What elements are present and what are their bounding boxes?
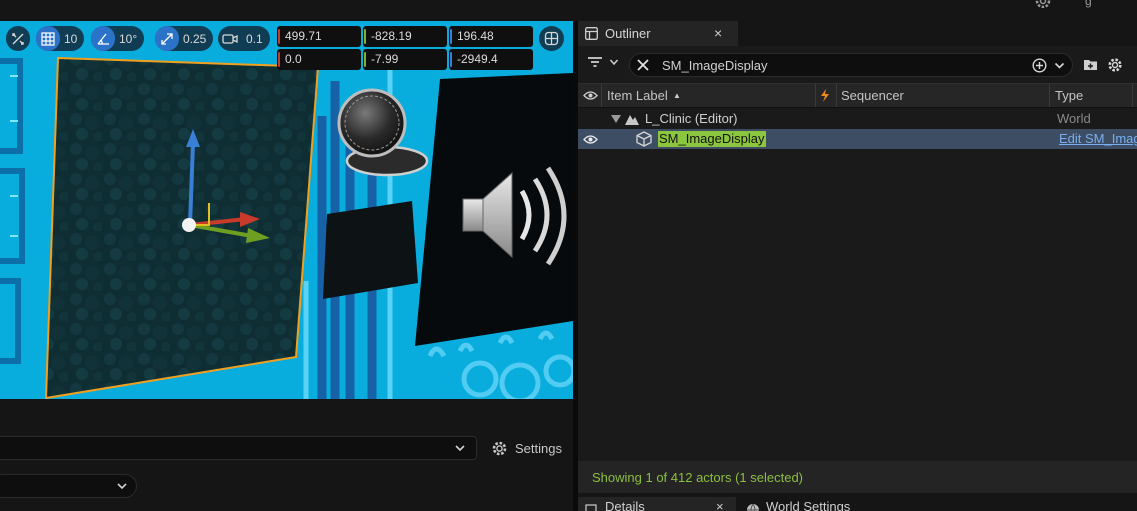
- column-sequencer[interactable]: Sequencer: [841, 84, 904, 107]
- gear-icon[interactable]: [1107, 57, 1123, 73]
- rotation-y-field[interactable]: -7.99: [363, 49, 447, 70]
- world-local-icon: [6, 26, 30, 51]
- outliner-search-box[interactable]: [629, 53, 1073, 77]
- tab-world-settings[interactable]: World Settings: [741, 497, 911, 511]
- chevron-down-icon: [609, 59, 619, 66]
- filter-dropdown[interactable]: [0, 474, 137, 498]
- grid-snap-button[interactable]: 10: [36, 26, 85, 51]
- gear-icon[interactable]: [1032, 0, 1054, 8]
- collapse-arrow-icon[interactable]: [611, 115, 621, 123]
- outliner-status-bar: Showing 1 of 412 actors (1 selected): [578, 461, 1137, 493]
- outliner-tab-title: Outliner: [605, 26, 651, 41]
- grid-snap-value: 10: [64, 31, 78, 46]
- world-label: L_Clinic (Editor): [645, 111, 738, 126]
- rotation-z-field[interactable]: -2949.4: [449, 49, 533, 70]
- column-item-label[interactable]: Item Label: [607, 84, 668, 107]
- level-viewport[interactable]: 10 10° 0.25 0.1 499.71 -828.19 196.48 0.…: [0, 21, 573, 399]
- sequencer-lightning-icon[interactable]: [820, 89, 830, 102]
- chevron-down-icon[interactable]: [1054, 60, 1065, 71]
- layout-grid-icon: [539, 26, 563, 51]
- location-y-field[interactable]: -828.19: [363, 26, 447, 47]
- filter-button[interactable]: [587, 56, 619, 68]
- settings-label: Settings: [515, 440, 562, 456]
- level-icon: [625, 115, 639, 125]
- location-z-field[interactable]: 196.48: [449, 26, 533, 47]
- viewport-layout-button[interactable]: [539, 26, 564, 51]
- tab-outliner[interactable]: Outliner ×: [578, 21, 738, 46]
- globe-icon: [747, 503, 759, 511]
- visibility-eye-icon[interactable]: [583, 134, 598, 145]
- transform-mode-button[interactable]: [6, 26, 30, 51]
- scale-snap-value: 0.25: [183, 31, 207, 46]
- camera-speed-value: 0.1: [246, 31, 263, 46]
- chevron-down-icon: [117, 483, 127, 490]
- column-divider[interactable]: [815, 84, 816, 107]
- title-strip: g: [0, 0, 1137, 21]
- close-icon[interactable]: ×: [714, 25, 722, 41]
- outliner-icon: [585, 27, 598, 40]
- column-divider[interactable]: [1049, 84, 1050, 107]
- column-divider[interactable]: [601, 84, 602, 107]
- viewport-scene[interactable]: [0, 21, 573, 399]
- outliner-panel: Outliner × Item Label ▲: [578, 21, 1137, 493]
- angle-icon: [91, 26, 115, 51]
- scale-icon: [155, 26, 179, 51]
- edit-mesh-link[interactable]: Edit SM_Imag: [1059, 129, 1137, 149]
- settings-button[interactable]: Settings: [491, 436, 562, 460]
- visibility-eye-icon[interactable]: [583, 90, 598, 101]
- camera-speed-button[interactable]: 0.1: [218, 26, 270, 51]
- scale-snap-button[interactable]: 0.25: [155, 26, 214, 51]
- column-divider[interactable]: [1132, 84, 1133, 107]
- column-type[interactable]: Type: [1055, 84, 1083, 107]
- bottom-tab-bar: Details × World Settings: [578, 497, 1137, 511]
- rotation-x-field[interactable]: 0.0: [277, 49, 361, 70]
- sort-ascending-icon[interactable]: ▲: [673, 84, 681, 107]
- rotation-snap-button[interactable]: 10°: [91, 26, 145, 51]
- world-type: World: [1057, 111, 1091, 126]
- outliner-row-world[interactable]: L_Clinic (Editor) World: [578, 109, 1137, 129]
- camera-icon: [218, 26, 242, 51]
- add-filter-icon[interactable]: [1032, 58, 1047, 73]
- chevron-down-icon: [455, 445, 465, 452]
- actor-count-status: Showing 1 of 412 actors (1 selected): [592, 470, 804, 485]
- location-x-field[interactable]: 499.71: [277, 26, 361, 47]
- grid-icon: [36, 26, 60, 51]
- log-source-dropdown[interactable]: [0, 436, 477, 460]
- clear-search-icon[interactable]: [636, 58, 650, 72]
- tab-details[interactable]: Details ×: [578, 497, 736, 511]
- world-settings-tab-label: World Settings: [766, 499, 851, 511]
- close-icon[interactable]: ×: [716, 500, 724, 511]
- top-right-label[interactable]: g: [1085, 0, 1092, 8]
- rotation-snap-value: 10°: [119, 31, 138, 46]
- outliner-search-input[interactable]: [662, 57, 1022, 73]
- gear-icon: [492, 441, 507, 455]
- details-tab-label: Details: [605, 499, 645, 511]
- add-folder-icon[interactable]: [1083, 58, 1098, 71]
- outliner-tab-bar: Outliner ×: [578, 21, 1137, 46]
- outliner-column-header: Item Label ▲ Sequencer Type: [578, 83, 1137, 108]
- details-icon: [585, 504, 597, 511]
- column-divider[interactable]: [836, 84, 837, 107]
- selected-actor-label: SM_ImageDisplay: [658, 131, 766, 147]
- filter-icon: [588, 57, 602, 67]
- static-mesh-icon: [636, 131, 652, 147]
- outliner-row-selected-actor[interactable]: SM_ImageDisplay Edit SM_Imag: [578, 129, 1137, 149]
- outliner-toolbar: [578, 46, 1137, 83]
